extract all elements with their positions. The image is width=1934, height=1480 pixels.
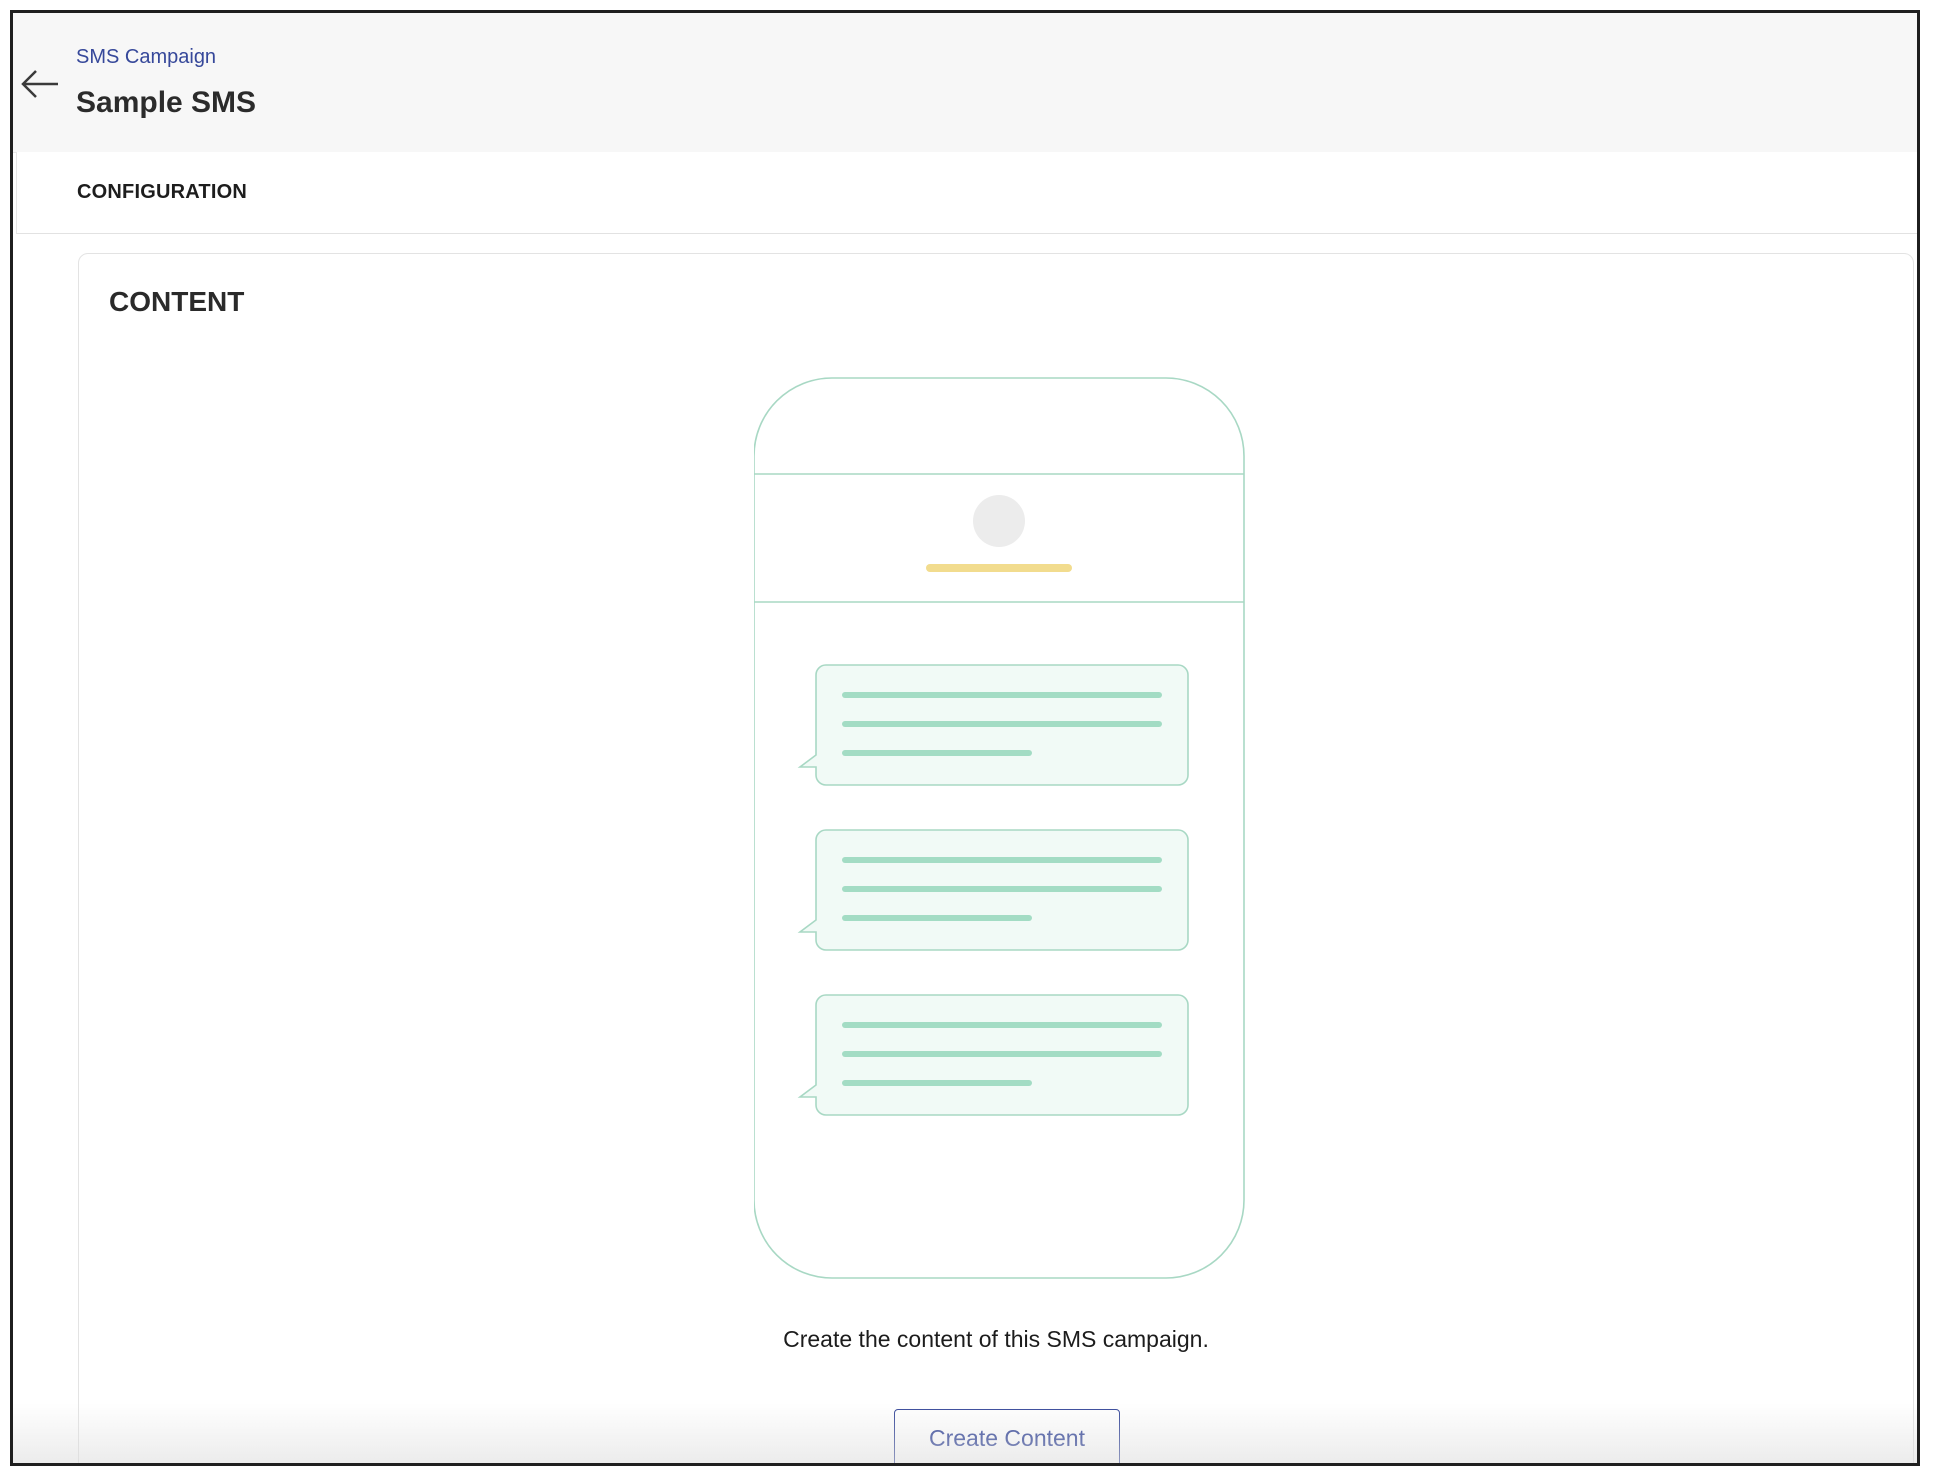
create-content-button[interactable]: Create Content [894, 1409, 1120, 1463]
message-bubble [797, 664, 1189, 786]
page-title: Sample SMS [76, 86, 257, 119]
tab-bar: CONFIGURATION [16, 152, 1917, 234]
content-description: Create the content of this SMS campaign. [783, 1326, 1209, 1352]
arrow-left-icon [21, 70, 58, 98]
message-bubble [797, 994, 1189, 1116]
message-bubble [797, 829, 1189, 951]
tab-configuration[interactable]: CONFIGURATION [77, 181, 247, 204]
page-header: SMS Campaign Sample SMS [13, 13, 1917, 153]
avatar-placeholder [973, 495, 1025, 547]
breadcrumb[interactable]: SMS Campaign [76, 46, 216, 69]
back-button[interactable] [17, 61, 63, 107]
app-window: SMS Campaign Sample SMS CONFIGURATION CO… [10, 10, 1920, 1466]
content-card: CONTENT Create the content of this SMS c… [78, 253, 1914, 1463]
section-title: CONTENT [109, 286, 245, 317]
phone-sms-illustration [754, 377, 1245, 1279]
